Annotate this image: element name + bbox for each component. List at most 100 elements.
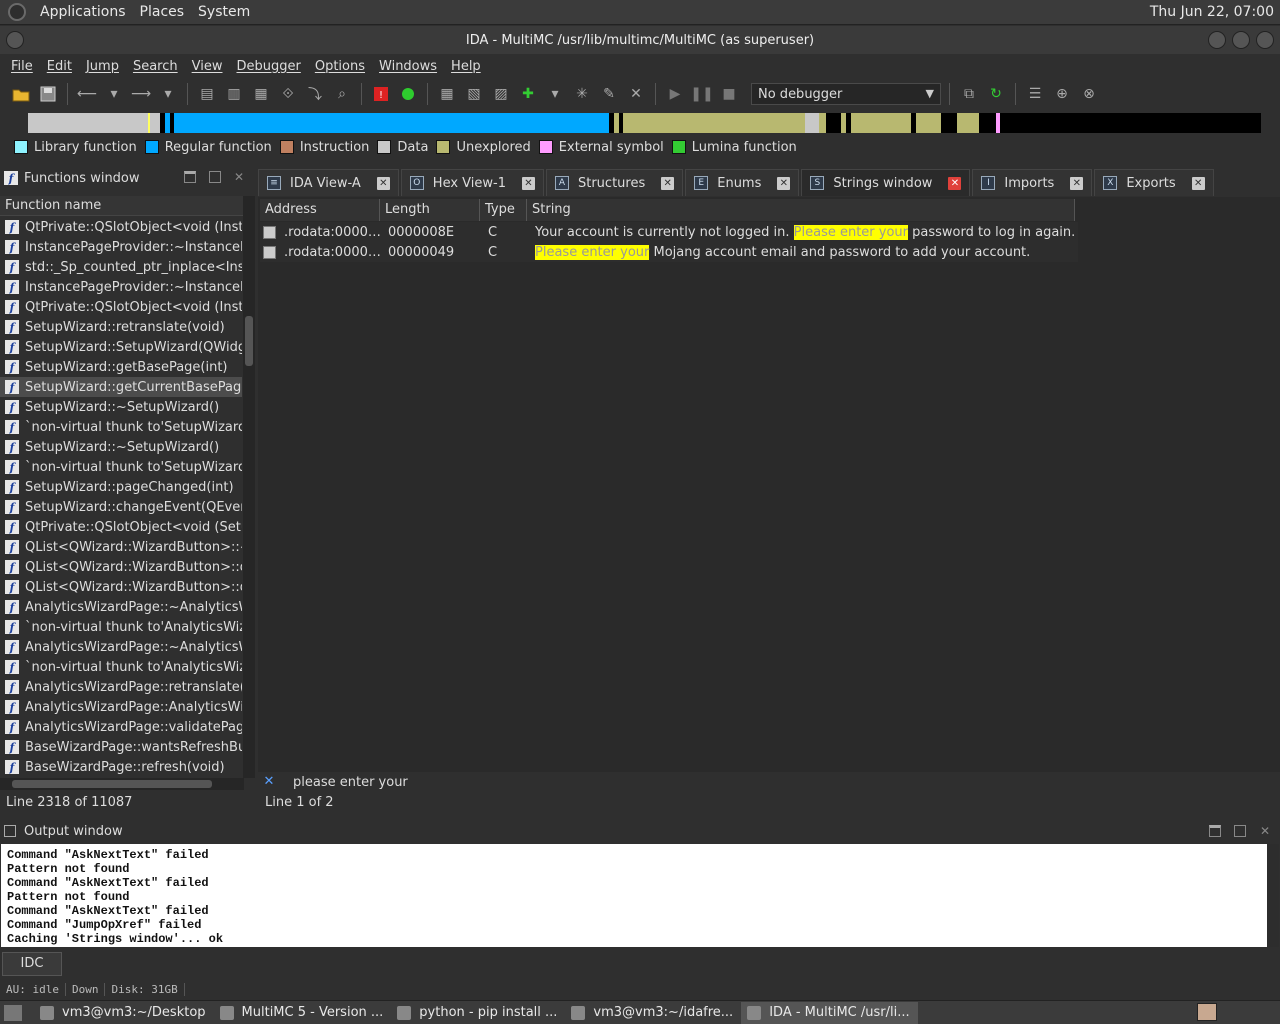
function-list-item[interactable]: f SetupWizard::SetupWizard(QWidget xyxy=(0,337,242,357)
tab-strings-window[interactable]: S Strings window ✕ xyxy=(801,169,971,196)
close-panel-icon[interactable]: ✕ xyxy=(234,171,246,183)
undefine-icon[interactable]: ⟐ xyxy=(277,83,299,105)
functions-horizontal-scrollbar[interactable] xyxy=(0,778,244,790)
tab-exports[interactable]: X Exports ✕ xyxy=(1094,169,1214,196)
close-search-icon[interactable]: ✕ xyxy=(262,775,276,789)
forward-arrow-icon[interactable]: ⟶ xyxy=(130,83,152,105)
string-row[interactable]: .rodata:0000… 0000008E C Your account is… xyxy=(260,222,1078,242)
close-tab-icon[interactable]: ✕ xyxy=(1191,176,1205,190)
search-binary-icon[interactable]: ⌕ xyxy=(331,83,353,105)
panel-menu-places[interactable]: Places xyxy=(140,4,185,20)
menu-debugger[interactable]: Debugger xyxy=(236,59,300,74)
graph-view-icon[interactable]: ▦ xyxy=(436,83,458,105)
workspace-switcher[interactable] xyxy=(1197,1003,1217,1021)
close-tab-icon[interactable]: ✕ xyxy=(948,176,962,190)
menu-jump[interactable]: Jump xyxy=(86,59,119,74)
minimize-icon[interactable] xyxy=(1208,31,1226,49)
column-header-length[interactable]: Length xyxy=(380,199,480,221)
function-list-item[interactable]: f SetupWizard::retranslate(void) xyxy=(0,317,242,337)
sparkle-icon[interactable]: ✳ xyxy=(571,83,593,105)
remove-breakpoint-icon[interactable]: ⊗ xyxy=(1078,83,1100,105)
function-list-item[interactable]: f BaseWizardPage::refresh(void) xyxy=(0,757,242,777)
close-panel-icon[interactable]: ✕ xyxy=(1260,825,1272,837)
float-panel-icon[interactable] xyxy=(1234,825,1246,837)
make-data-icon[interactable]: ▥ xyxy=(223,83,245,105)
taskbar-item[interactable]: MultiMC 5 - Version ... xyxy=(214,1002,392,1024)
function-list-item[interactable]: f std::_Sp_counted_ptr_inplace<Instan xyxy=(0,257,242,277)
tab-ida-view-a[interactable]: ≡ IDA View-A ✕ xyxy=(258,169,399,196)
tab-enums[interactable]: E Enums ✕ xyxy=(685,169,800,196)
jump-icon[interactable]: ⤵ xyxy=(304,83,326,105)
tab-hex-view-1[interactable]: O Hex View-1 ✕ xyxy=(400,169,544,196)
taskbar-item[interactable]: vm3@vm3:~/idafre... xyxy=(565,1002,741,1024)
scroll-thumb[interactable] xyxy=(12,780,212,788)
menu-edit[interactable]: Edit xyxy=(47,59,72,74)
function-list-item[interactable]: f InstancePageProvider::~InstancePage xyxy=(0,277,242,297)
function-list-item[interactable]: f `non-virtual thunk to'SetupWizard::~ xyxy=(0,457,242,477)
delete-icon[interactable]: ✕ xyxy=(625,83,647,105)
function-list-item[interactable]: f QtPrivate::QSlotObject<void (Instanc xyxy=(0,217,242,237)
close-tab-icon[interactable]: ✕ xyxy=(1070,176,1084,190)
function-list-item[interactable]: f QList<QWizard::WizardButton>::deta xyxy=(0,577,242,597)
tab-imports[interactable]: I Imports ✕ xyxy=(972,169,1093,196)
add-breakpoint-icon[interactable]: ⊕ xyxy=(1051,83,1073,105)
add-dropdown-icon[interactable]: ▾ xyxy=(544,83,566,105)
panel-menu-system[interactable]: System xyxy=(198,4,250,20)
stop-icon[interactable]: ■ xyxy=(718,83,740,105)
function-list-item[interactable]: f AnalyticsWizardPage::validatePage(vo xyxy=(0,717,242,737)
menu-file[interactable]: File xyxy=(11,59,33,74)
minimize-panel-icon[interactable] xyxy=(184,171,196,183)
make-array-icon[interactable]: ▦ xyxy=(250,83,272,105)
close-tab-icon[interactable]: ✕ xyxy=(777,176,791,190)
window-menu-icon[interactable] xyxy=(6,31,24,49)
column-header-address[interactable]: Address xyxy=(260,199,380,221)
string-row[interactable]: .rodata:0000… 00000049 C Please enter yo… xyxy=(260,242,1078,262)
function-list-item[interactable]: f SetupWizard::changeEvent(QEvent *) xyxy=(0,497,242,517)
gnome-logo-icon[interactable] xyxy=(8,3,26,21)
save-icon[interactable] xyxy=(37,83,59,105)
refresh-icon[interactable]: ↻ xyxy=(985,83,1007,105)
make-code-icon[interactable]: ▤ xyxy=(196,83,218,105)
tab-structures[interactable]: A Structures ✕ xyxy=(545,169,684,196)
run-icon[interactable]: ▶ xyxy=(664,83,686,105)
proximity-view-icon[interactable]: ▧ xyxy=(463,83,485,105)
float-panel-icon[interactable] xyxy=(209,171,221,183)
open-folder-icon[interactable] xyxy=(10,83,32,105)
scroll-thumb[interactable] xyxy=(245,316,253,366)
navigation-band[interactable] xyxy=(28,113,1261,133)
function-list-item[interactable]: f SetupWizard::pageChanged(int) xyxy=(0,477,242,497)
menu-view[interactable]: View xyxy=(192,59,223,74)
attach-process-icon[interactable]: ⧉ xyxy=(958,83,980,105)
minimize-panel-icon[interactable] xyxy=(1209,825,1221,837)
functions-vertical-scrollbar[interactable] xyxy=(243,196,255,778)
function-list-item[interactable]: f SetupWizard::~SetupWizard() xyxy=(0,397,242,417)
function-list-item[interactable]: f AnalyticsWizardPage::retranslate(voi xyxy=(0,677,242,697)
menu-options[interactable]: Options xyxy=(315,59,365,74)
function-list-item[interactable]: f AnalyticsWizardPage::AnalyticsWizar xyxy=(0,697,242,717)
menu-search[interactable]: Search xyxy=(133,59,178,74)
taskbar-item[interactable]: IDA - MultiMC /usr/li... xyxy=(741,1001,918,1024)
panel-clock[interactable]: Thu Jun 22, 07:00 xyxy=(1150,4,1274,20)
structure-icon[interactable]: ▨ xyxy=(490,83,512,105)
function-list-item[interactable]: f QList<QWizard::WizardButton>::~QL xyxy=(0,537,242,557)
function-list-item[interactable]: f AnalyticsWizardPage::~AnalyticsWiza xyxy=(0,597,242,617)
back-arrow-icon[interactable]: ⟵ xyxy=(76,83,98,105)
column-header-string[interactable]: String xyxy=(527,199,1075,221)
pause-icon[interactable]: ❚❚ xyxy=(690,83,713,105)
function-list-item[interactable]: f SetupWizard::getBasePage(int) xyxy=(0,357,242,377)
function-list-item[interactable]: f QList<QWizard::WizardButton>::deta xyxy=(0,557,242,577)
taskbar-item[interactable]: vm3@vm3:~/Desktop xyxy=(34,1002,214,1024)
search-input[interactable]: please enter your xyxy=(293,775,408,790)
menu-help[interactable]: Help xyxy=(451,59,481,74)
show-desktop-icon[interactable] xyxy=(4,1004,22,1021)
maximize-icon[interactable] xyxy=(1232,31,1250,49)
function-list-item[interactable]: f SetupWizard::getCurrentBasePage(vo xyxy=(0,377,242,397)
function-list-item[interactable]: f AnalyticsWizardPage::~AnalyticsWiza xyxy=(0,637,242,657)
window-titlebar[interactable]: IDA - MultiMC /usr/lib/multimc/MultiMC (… xyxy=(0,26,1280,54)
column-header-type[interactable]: Type xyxy=(480,199,527,221)
close-tab-icon[interactable]: ✕ xyxy=(661,176,675,190)
forward-dropdown-icon[interactable]: ▾ xyxy=(157,83,179,105)
function-list-item[interactable]: f `non-virtual thunk to'AnalyticsWizarc xyxy=(0,657,242,677)
taskbar-item[interactable]: python - pip install ... xyxy=(391,1002,565,1024)
close-tab-icon[interactable]: ✕ xyxy=(376,176,390,190)
